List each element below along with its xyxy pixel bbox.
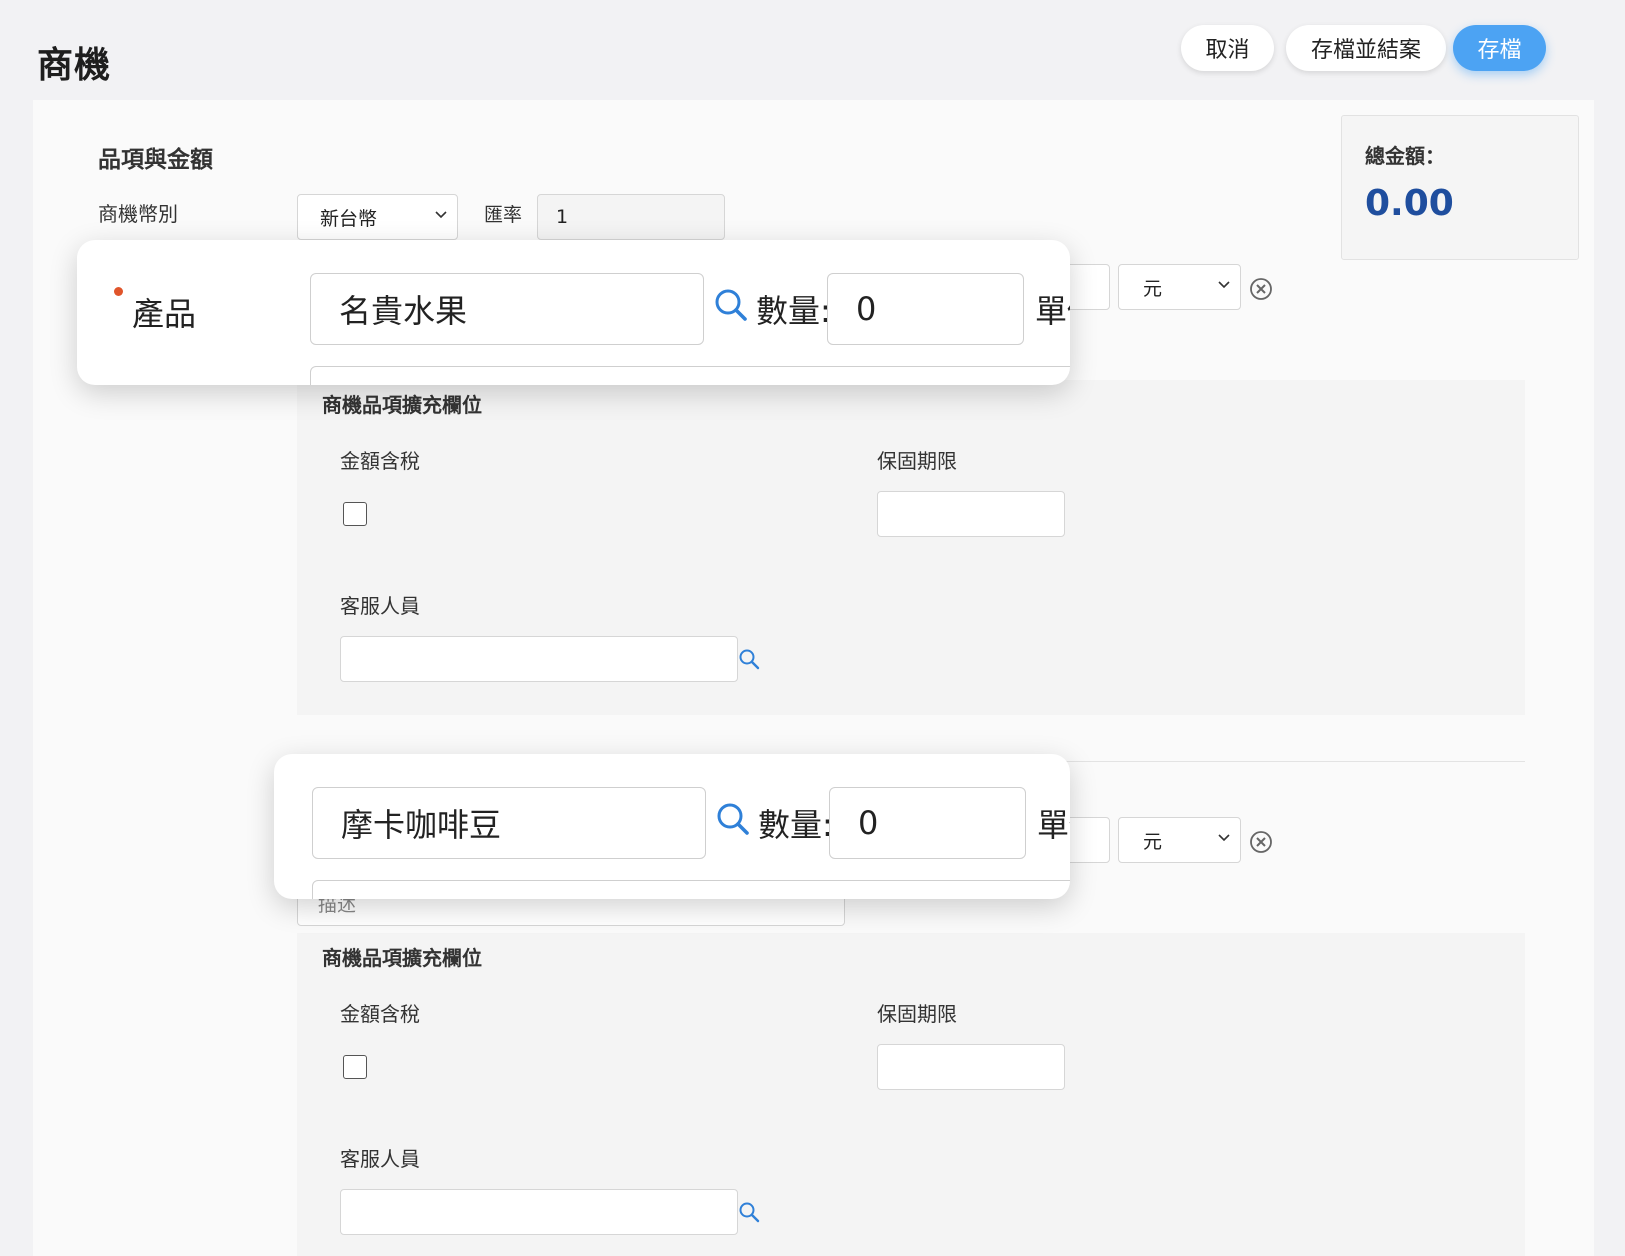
- product-input[interactable]: 摩卡咖啡豆: [312, 787, 706, 859]
- quantity-value: 0: [858, 804, 879, 842]
- product-label: 產品: [132, 295, 197, 333]
- warranty-label: 保固期限: [877, 449, 957, 473]
- product-value: 名貴水果: [339, 292, 468, 330]
- total-value: 0.00: [1365, 183, 1454, 224]
- unit-price-label: 單價: [1035, 292, 1070, 330]
- unit-value: 元: [1143, 830, 1163, 853]
- section-title: 品項與金額: [98, 147, 213, 173]
- product-input[interactable]: 名貴水果: [310, 273, 704, 345]
- currency-label: 商機幣別: [98, 202, 178, 226]
- unit-value: 元: [1143, 277, 1163, 300]
- unit-select[interactable]: 元: [1118, 817, 1241, 863]
- unit-price-label: 單價: [1037, 806, 1070, 844]
- currency-select[interactable]: 新台幣: [297, 194, 458, 240]
- warranty-input[interactable]: [877, 491, 1065, 537]
- product-value: 摩卡咖啡豆: [341, 806, 502, 844]
- quantity-input[interactable]: 0: [827, 273, 1024, 345]
- search-icon[interactable]: [738, 1201, 760, 1223]
- required-indicator: [114, 287, 123, 296]
- extension-title: 商機品項擴充欄位: [322, 393, 482, 417]
- quantity-value: 0: [856, 290, 877, 328]
- quantity-label: 數量:: [756, 292, 831, 330]
- extension-title: 商機品項擴充欄位: [322, 946, 482, 970]
- currency-value: 新台幣: [320, 207, 378, 230]
- customer-service-input[interactable]: [340, 636, 738, 682]
- cancel-button[interactable]: 取消: [1181, 25, 1274, 71]
- save-button[interactable]: 存檔: [1453, 25, 1546, 71]
- unit-select[interactable]: 元: [1118, 264, 1241, 310]
- exchange-rate-input[interactable]: 1: [537, 194, 725, 240]
- customer-service-label: 客服人員: [340, 594, 420, 618]
- page-title: 商機: [37, 45, 112, 86]
- tax-included-label: 金額含稅: [340, 1002, 420, 1026]
- quantity-input[interactable]: 0: [829, 787, 1026, 859]
- warranty-label: 保固期限: [877, 1002, 957, 1026]
- total-label: 總金額：: [1365, 144, 1445, 168]
- description-input[interactable]: [310, 366, 1070, 385]
- customer-service-input[interactable]: [340, 1189, 738, 1235]
- chevron-down-icon: [1218, 834, 1230, 842]
- search-icon[interactable]: [713, 287, 749, 323]
- tax-included-checkbox[interactable]: [343, 502, 367, 526]
- warranty-input[interactable]: [877, 1044, 1065, 1090]
- tax-included-checkbox[interactable]: [343, 1055, 367, 1079]
- quantity-label: 數量:: [758, 806, 833, 844]
- exchange-rate-value: 1: [556, 206, 569, 228]
- description-input[interactable]: [312, 880, 1070, 899]
- customer-service-label: 客服人員: [340, 1147, 420, 1171]
- tax-included-label: 金額含稅: [340, 449, 420, 473]
- exchange-rate-label: 匯率: [484, 204, 523, 226]
- search-icon[interactable]: [738, 648, 760, 670]
- save-and-close-button[interactable]: 存檔並結案: [1286, 25, 1446, 71]
- zoomed-product-row: 產品 名貴水果 數量: 0 單價: [77, 240, 1070, 385]
- remove-item-icon[interactable]: [1249, 277, 1273, 301]
- zoomed-product-row: 摩卡咖啡豆 數量: 0 單價: [274, 754, 1070, 899]
- chevron-down-icon: [435, 211, 447, 219]
- chevron-down-icon: [1218, 281, 1230, 289]
- search-icon[interactable]: [715, 801, 751, 837]
- remove-item-icon[interactable]: [1249, 830, 1273, 854]
